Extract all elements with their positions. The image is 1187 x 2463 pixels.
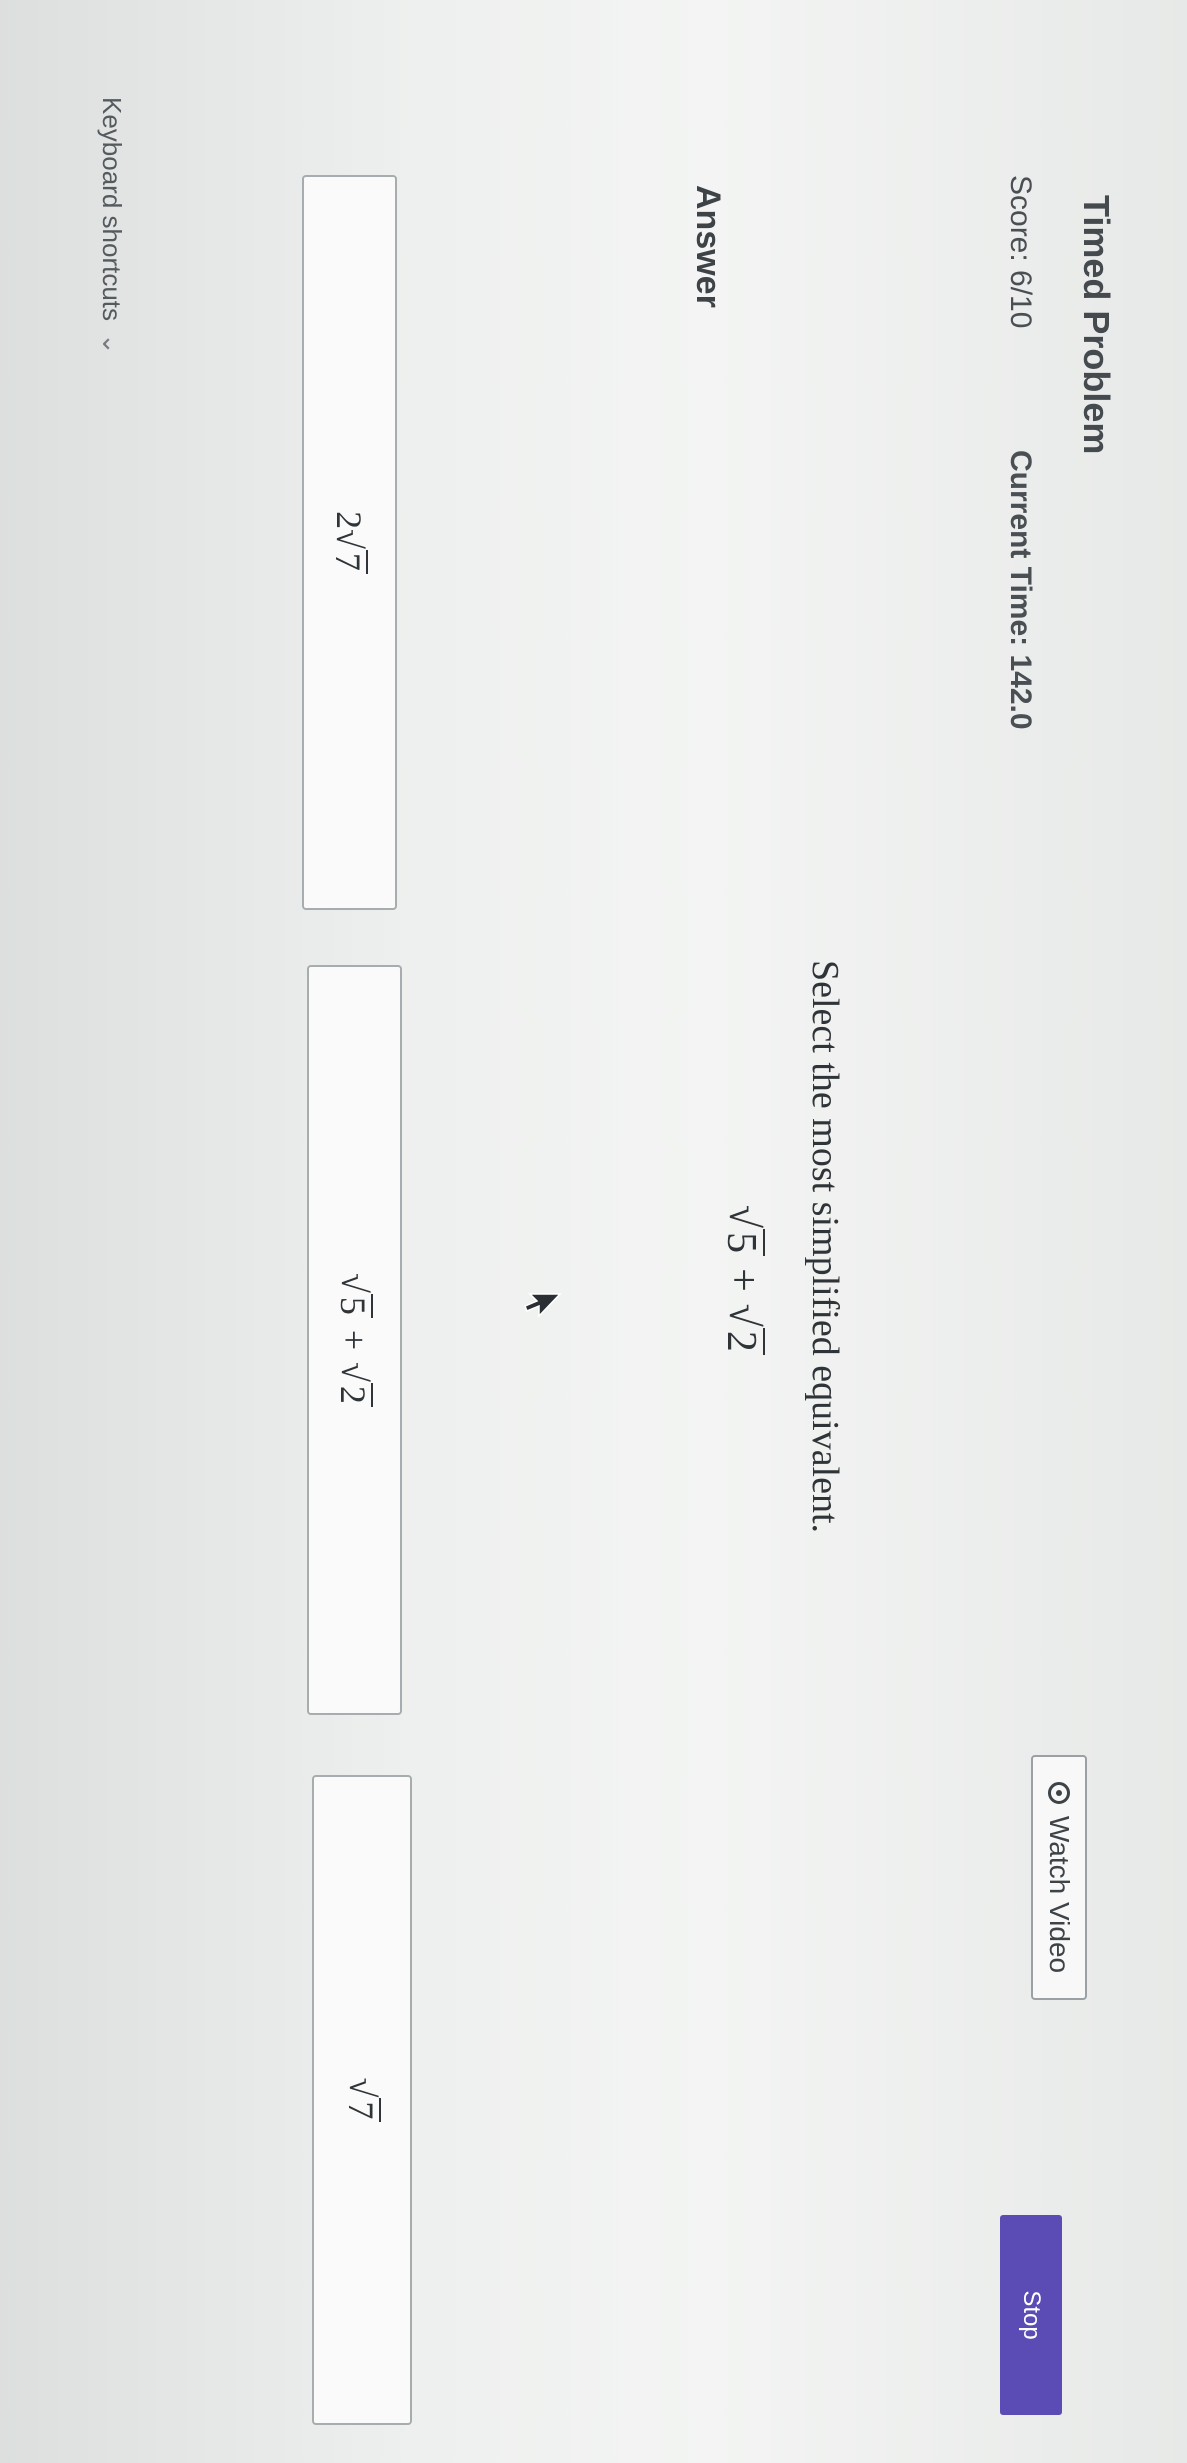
current-time-text: Current Time: 142.0 (1004, 450, 1037, 730)
sqrt-icon: √ (720, 1303, 766, 1327)
choice-expression: √ 7 (341, 2078, 383, 2123)
watch-video-button[interactable]: Watch Video (1031, 1755, 1087, 2000)
radicand: 5 (333, 1293, 374, 1318)
stop-button[interactable]: Stop (1000, 2215, 1062, 2415)
sqrt-icon: √ (334, 1273, 375, 1293)
operator: + (334, 1329, 375, 1351)
radicand: 5 (718, 1229, 766, 1257)
sqrt-term: √ 5 (718, 1205, 767, 1257)
sqrt-icon: √ (342, 2077, 382, 2098)
keyboard-shortcuts-label: Keyboard shortcuts (97, 97, 127, 322)
choice-expression: √ 5 + √ 2 (333, 1273, 376, 1407)
operator: + (720, 1268, 766, 1292)
answer-choice-3[interactable]: √ 7 (312, 1775, 412, 2425)
sqrt-term: √ 7 (328, 529, 371, 574)
problem-expression: √ 5 + √ 2 (718, 1205, 767, 1355)
radicand: 2 (718, 1327, 766, 1355)
sqrt-icon: √ (720, 1205, 766, 1229)
radicand: 2 (333, 1382, 374, 1407)
answer-label: Answer (689, 185, 727, 308)
chevron-down-icon: ⌄ (97, 333, 127, 355)
radicand: 7 (341, 2098, 381, 2123)
mouse-cursor-icon (524, 1293, 562, 1318)
sqrt-term: √ 2 (718, 1303, 767, 1355)
coefficient: 2 (329, 511, 370, 530)
keyboard-shortcuts-toggle[interactable]: Keyboard shortcuts ⌄ (96, 97, 127, 355)
sqrt-icon: √ (329, 529, 370, 549)
answer-choice-1[interactable]: 2 √ 7 (302, 175, 397, 910)
score-text: Score: 6/10 (1004, 175, 1037, 329)
sqrt-icon: √ (334, 1362, 375, 1382)
answer-choice-2[interactable]: √ 5 + √ 2 (307, 965, 402, 1715)
page-title: Timed Problem (1076, 195, 1117, 455)
sqrt-term: √ 2 (333, 1362, 376, 1407)
radicand: 7 (328, 549, 369, 574)
screen: Timed Problem Score: 6/10 Current Time: … (0, 0, 1187, 2463)
choice-expression: 2 √ 7 (328, 511, 371, 574)
record-circle-icon (1048, 1781, 1070, 1804)
sqrt-term: √ 7 (341, 2078, 383, 2123)
question-prompt: Select the most simplified equivalent. (804, 960, 846, 1534)
watch-video-label: Watch Video (1044, 1815, 1075, 1974)
sqrt-term: √ 5 (333, 1273, 376, 1318)
problem-page: Timed Problem Score: 6/10 Current Time: … (0, 0, 1187, 2463)
